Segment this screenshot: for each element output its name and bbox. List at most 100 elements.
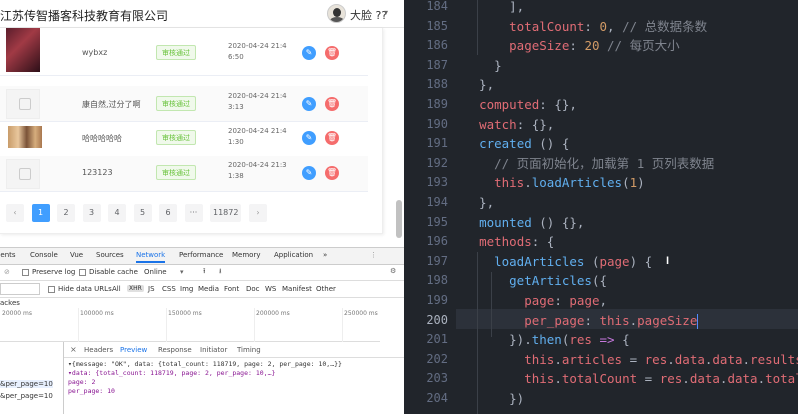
chevron-down-icon[interactable]: ▾ [180,268,184,276]
filter-type-js[interactable]: JS [148,285,155,293]
article-title: 123123 [82,168,113,177]
article-table: wybxz 审核通过 2020-04-24 21:46:50 ✎ 🗑 康自然,过… [0,28,383,234]
tab-application[interactable]: Application [274,251,313,259]
export-icon[interactable]: ⭳ [219,267,221,278]
page-button[interactable]: 1 [31,204,50,222]
page-button-last[interactable]: 11872 [210,204,242,222]
disable-cache-label: Disable cache [89,268,138,276]
tab-console[interactable]: Console [30,251,58,259]
chevron-down-icon[interactable]: ▾ [384,8,388,17]
line-number: 198 [426,273,448,288]
filter-type-media[interactable]: Media [198,285,219,293]
tab-initiator[interactable]: Initiator [200,346,227,354]
edit-button[interactable]: ✎ [302,97,316,111]
detail-tabs: × Headers Preview Response Initiator Tim… [64,342,404,358]
timeline-tick [166,308,167,342]
preserve-log-checkbox[interactable] [22,269,29,276]
kebab-menu-icon[interactable]: ⋮ [370,251,377,259]
delete-button[interactable]: 🗑 [325,131,339,145]
code-editor[interactable]: 184 185 186 187 188 189 190 191 192 193 … [404,0,798,414]
filter-type-doc[interactable]: Doc [246,285,260,293]
page-button[interactable]: 6 [159,204,177,222]
line-number: 202 [426,351,448,366]
more-tabs-icon[interactable]: » [323,251,327,259]
filter-type-ws[interactable]: WS [265,285,276,293]
code-line: computed: {}, [479,97,577,112]
tab-performance[interactable]: Performance [179,251,223,259]
tab-network[interactable]: Network [136,251,166,263]
timeline-tick [342,308,343,342]
edit-button[interactable]: ✎ [302,166,316,180]
filter-type-all[interactable]: All [112,285,121,293]
code-line: this.totalCount = res.data.data.total_co [524,371,798,387]
preview-line[interactable]: ▾data: {total_count: 118719, page: 2, pe… [68,369,275,377]
tab-response[interactable]: Response [158,346,192,354]
gear-icon[interactable]: ⚙ [390,267,396,275]
table-row: 123123 审核通过 2020-04-24 21:31:38 ✎ 🗑 [0,156,368,192]
import-icon[interactable]: ⭱ [203,267,205,278]
filter-icon[interactable]: ⊘ [4,268,10,276]
code-line: mounted () {}, [479,214,585,230]
disable-cache-checkbox[interactable] [79,269,86,276]
preserve-log-label: Preserve log [32,268,76,276]
tab-elements[interactable]: nents [0,251,16,259]
line-number: 199 [426,293,448,307]
filter-type-font[interactable]: Font [224,285,239,293]
code-line: created () { [479,136,570,152]
page-button[interactable]: 4 [108,204,126,222]
line-number: 194 [426,195,448,209]
line-number: 187 [426,57,448,72]
user-avatar[interactable] [327,4,346,23]
tab-timing[interactable]: Timing [237,346,261,354]
user-name[interactable]: 大脸 ?? [350,7,387,23]
line-number: 190 [426,116,448,131]
delete-button[interactable]: 🗑 [325,166,339,180]
timeline-label: 150000 ms [168,310,202,317]
tab-headers[interactable]: Headers [84,346,113,354]
filter-input[interactable] [0,283,40,295]
filter-type-css[interactable]: CSS [162,285,176,293]
status-badge: 审核通过 [156,45,196,60]
filter-type-img[interactable]: Img [180,285,193,293]
edit-button[interactable]: ✎ [302,46,316,60]
hide-data-urls-checkbox[interactable] [48,286,55,293]
request-item[interactable]: &per_page=10 [0,380,53,388]
line-number: 197 [426,253,448,268]
article-title: wybxz [82,48,108,57]
prev-page-button[interactable]: ‹ [6,204,24,222]
page-button[interactable]: 2 [57,204,75,222]
delete-button[interactable]: 🗑 [325,46,339,60]
edit-button[interactable]: ✎ [302,131,316,145]
filter-type-other[interactable]: Other [316,285,336,293]
line-number: 203 [426,371,448,386]
delete-button[interactable]: 🗑 [325,97,339,111]
tab-sources[interactable]: Sources [96,251,124,259]
filter-type-manifest[interactable]: Manifest [282,285,312,293]
timeline-tick [254,308,255,342]
page-button[interactable]: 3 [82,204,101,222]
line-number-current: 200 [426,312,448,327]
code-line: }) [464,391,525,406]
mouse-ibeam-icon: 𝐈 [666,256,670,267]
page-button[interactable]: 5 [133,204,152,222]
image-placeholder-icon [6,89,40,119]
network-filter-bar: Hide data URLs All XHR JS CSS Img Media … [0,281,404,298]
line-number: 191 [426,136,448,151]
tab-memory[interactable]: Memory [232,251,260,259]
request-item[interactable]: &per_page=10 [0,392,53,400]
tab-vue[interactable]: Vue [70,251,83,259]
article-date: 2020-04-24 21:46:50 [228,42,287,61]
network-timeline: 20000 ms 100000 ms 150000 ms 200000 ms 2… [0,308,380,342]
line-number: 201 [426,332,448,347]
preview-line[interactable]: ▾{message: "OK", data: {total_count: 118… [68,360,342,368]
tab-preview[interactable]: Preview [120,346,147,354]
page-scrollbar[interactable] [396,200,402,238]
next-page-button[interactable]: › [248,204,267,222]
timeline-label: 20000 ms [2,310,32,317]
response-preview: ▾{message: "OK", data: {total_count: 118… [64,358,404,414]
close-icon[interactable]: × [70,345,77,354]
throttle-select[interactable]: Online [144,268,167,276]
filter-type-xhr[interactable]: XHR [127,285,144,292]
page-ellipsis[interactable]: ··· [184,204,203,222]
line-number: 184 [426,0,448,13]
